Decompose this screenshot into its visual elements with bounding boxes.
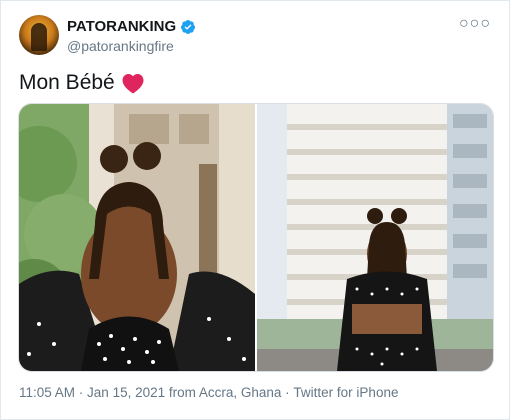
author-name-row: PATORANKING	[67, 18, 196, 35]
tweet-text-content: Mon Bébé	[19, 71, 115, 94]
tweet-source[interactable]: Twitter for iPhone	[293, 385, 398, 400]
tweet-photo-1[interactable]	[19, 104, 255, 371]
tweet-text: Mon Bébé	[19, 71, 145, 95]
tweet-time[interactable]: 11:05 AM	[19, 385, 75, 400]
tweet-card: PATORANKING @patorankingfire ○○○ Mon Béb…	[0, 0, 510, 420]
meta-separator: ·	[75, 385, 88, 400]
author-avatar[interactable]	[19, 15, 59, 55]
tweet-media[interactable]	[18, 103, 494, 372]
tweet-date-location[interactable]: Jan 15, 2021 from Accra, Ghana	[87, 385, 281, 400]
author-name[interactable]: PATORANKING	[67, 18, 176, 35]
more-options-icon[interactable]: ○○○	[459, 15, 491, 33]
author-handle[interactable]: @patorankingfire	[67, 38, 174, 54]
tweet-photo-2[interactable]	[257, 104, 493, 371]
meta-separator: ·	[281, 385, 294, 400]
verified-badge-icon	[181, 19, 196, 34]
tweet-metadata: 11:05 AM · Jan 15, 2021 from Accra, Ghan…	[19, 385, 398, 400]
heart-icon	[122, 74, 144, 94]
